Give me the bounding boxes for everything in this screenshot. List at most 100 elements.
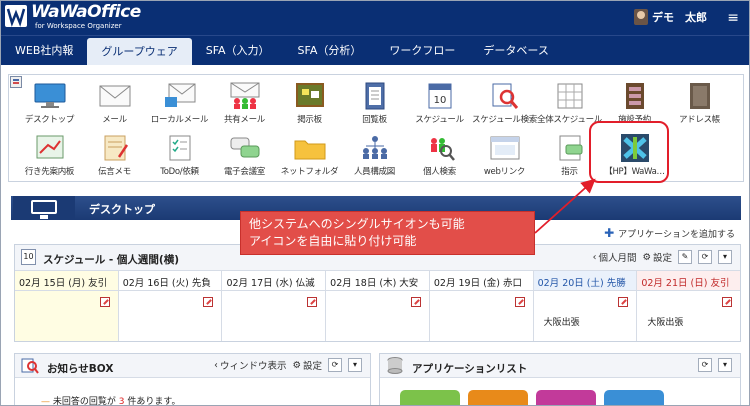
window-view-button[interactable]: ‹ ウィンドウ表示 xyxy=(214,358,286,373)
shared-mail-icon xyxy=(227,81,263,111)
tab-database[interactable]: データベース xyxy=(469,36,562,65)
meeting-icon xyxy=(227,133,263,163)
app-buttons xyxy=(400,390,664,405)
destination-icon xyxy=(32,133,68,163)
app-memo[interactable]: 伝言メモ xyxy=(82,131,147,183)
user-name: デモ 太郎 xyxy=(652,11,707,24)
address-book-icon xyxy=(682,81,718,111)
application-list-panel: アプリケーションリスト ⟳ ▾ xyxy=(379,353,741,405)
app-net-folder[interactable]: ネットフォルダ xyxy=(277,131,342,183)
logo-subtitle: for Workspace Organizer xyxy=(35,22,122,30)
app-mail[interactable]: メール xyxy=(82,79,147,131)
app-tile-blue[interactable] xyxy=(604,390,664,405)
day-column[interactable]: 02月 16日 (火) 先負 xyxy=(118,271,223,341)
notice-message[interactable]: — 未回答の回覧が 3 件あります。 xyxy=(41,394,180,406)
app-person-search[interactable]: 個人検索 xyxy=(407,131,472,183)
personal-month-button[interactable]: ‹ 個人月間 xyxy=(593,250,637,265)
database-icon xyxy=(386,357,404,374)
app-destination[interactable]: 行き先案内板 xyxy=(17,131,82,183)
schedule-event[interactable]: 大阪出張 xyxy=(544,315,580,328)
app-circular-board[interactable]: 回覧板 xyxy=(342,79,407,131)
refresh-icon[interactable]: ⟳ xyxy=(328,358,342,372)
chevron-down-icon[interactable]: ▾ xyxy=(718,358,732,372)
day-column[interactable]: 02月 17日 (水) 仏滅 xyxy=(222,271,327,341)
header-bar: WaWaOffice for Workspace Organizer デモ 太郎… xyxy=(1,1,749,35)
day-column[interactable]: 02月 18日 (木) 大安 xyxy=(326,271,430,341)
app-meeting[interactable]: 電子会議室 xyxy=(212,131,277,183)
highlight-box xyxy=(589,121,669,183)
app-tile-magenta[interactable] xyxy=(536,390,596,405)
tab-web-newsletter[interactable]: WEB社内報 xyxy=(1,36,87,65)
schedule-title: スケジュール - 個人週間(横) xyxy=(43,254,180,266)
chevron-down-icon[interactable]: ▾ xyxy=(718,250,732,264)
gear-icon: ⚙ xyxy=(292,359,301,371)
logo-text: WaWaOffice xyxy=(31,2,141,22)
app-bulletin-board[interactable]: 掲示板 xyxy=(277,79,342,131)
hamburger-menu-icon[interactable]: ≡ xyxy=(727,10,739,26)
person-search-icon xyxy=(422,133,458,163)
memo-icon xyxy=(97,133,133,163)
refresh-icon[interactable]: ⟳ xyxy=(698,250,712,264)
refresh-icon[interactable]: ⟳ xyxy=(698,358,712,372)
org-chart-icon xyxy=(357,133,393,163)
pencil-icon[interactable] xyxy=(514,297,525,307)
tab-sfa-analysis[interactable]: SFA（分析） xyxy=(284,36,376,65)
local-mail-icon xyxy=(162,81,198,111)
desktop-title: デスクトップ xyxy=(89,203,155,216)
folder-icon xyxy=(292,133,328,163)
notice-box-panel: お知らせBOX ‹ ウィンドウ表示 ⚙ 設定 ⟳ ▾ — 未回答の回覧が 3 件あ… xyxy=(14,353,371,406)
app-web-link[interactable]: webリンク xyxy=(472,131,537,183)
tab-groupware[interactable]: グループウェア xyxy=(87,38,192,65)
add-application-link[interactable]: ✚ アプリケーションを追加する xyxy=(604,226,735,240)
app-desktop[interactable]: デスクトップ xyxy=(17,79,82,131)
app-shared-mail[interactable]: 共有メール xyxy=(212,79,277,131)
pencil-icon[interactable] xyxy=(203,297,214,307)
main-nav: WEB社内報 グループウェア SFA（入力） SFA（分析） ワークフロー デー… xyxy=(1,35,749,65)
logo[interactable]: WaWaOffice for Workspace Organizer xyxy=(5,2,157,32)
app-local-mail[interactable]: ローカルメール xyxy=(147,79,212,131)
day-column[interactable]: 02月 19日 (金) 赤口 xyxy=(429,271,534,341)
app-schedule[interactable]: 10 スケジュール xyxy=(407,79,472,131)
schedule-tools: ‹ 個人月間 ⚙ 設定 ✎ ⟳ ▾ xyxy=(593,250,732,264)
app-org-chart[interactable]: 人員構成図 xyxy=(342,131,407,183)
day-column[interactable]: 02月 21日 (日) 友引 大阪出張 xyxy=(637,271,741,341)
tab-sfa-input[interactable]: SFA（入力） xyxy=(192,36,284,65)
settings-button[interactable]: ⚙ 設定 xyxy=(642,250,672,265)
mail-icon xyxy=(97,81,133,111)
pencil-icon[interactable] xyxy=(99,297,110,307)
user-menu[interactable]: デモ 太郎 xyxy=(634,9,707,25)
todo-icon xyxy=(162,133,198,163)
notice-search-icon xyxy=(21,357,39,374)
day-column[interactable]: 02月 20日 (土) 先勝 大阪出張 xyxy=(533,271,638,341)
calendar-icon: 10 xyxy=(422,81,458,111)
schedule-week: 02月 15日 (月) 友引 02月 16日 (火) 先負 02月 17日 (水… xyxy=(15,271,741,341)
edit-icon[interactable]: ✎ xyxy=(678,250,692,264)
app-icon-row-2: 行き先案内板 伝言メモ ToDo/依頼 電子会議室 ネットフォルダ 人員構成図 … xyxy=(17,131,667,183)
pencil-icon[interactable] xyxy=(722,297,733,307)
app-todo[interactable]: ToDo/依頼 xyxy=(147,131,212,183)
desktop-monitor-icon xyxy=(13,196,75,220)
gear-icon: ⚙ xyxy=(642,251,651,263)
notice-settings-button[interactable]: ⚙ 設定 xyxy=(292,358,322,373)
schedule-panel: 10 スケジュール - 個人週間(横) ‹ 個人月間 ⚙ 設定 ✎ ⟳ ▾ 02月… xyxy=(14,244,741,342)
applist-title: アプリケーションリスト xyxy=(412,363,528,375)
app-tile-green[interactable] xyxy=(400,390,460,405)
app-schedule-search[interactable]: スケジュール検索 xyxy=(472,79,537,131)
chevron-down-icon[interactable]: ▾ xyxy=(348,358,362,372)
pencil-icon[interactable] xyxy=(618,297,629,307)
pencil-icon[interactable] xyxy=(307,297,318,307)
app-tile-orange[interactable] xyxy=(468,390,528,405)
callout-annotation: 他システムへのシングルサイオンも可能 アイコンを自由に貼り付け可能 xyxy=(240,211,535,255)
bulletin-board-icon xyxy=(292,81,328,111)
app-address-book[interactable]: アドレス帳 xyxy=(667,79,732,131)
bullet-icon: — xyxy=(41,397,50,406)
svg-text:10: 10 xyxy=(433,95,446,106)
day-column[interactable]: 02月 15日 (月) 友引 xyxy=(15,271,119,341)
logo-mark-icon xyxy=(5,5,27,27)
monitor-icon xyxy=(32,81,68,111)
callout-line-2: アイコンを自由に貼り付け可能 xyxy=(249,234,417,248)
pencil-icon[interactable] xyxy=(410,297,421,307)
schedule-event[interactable]: 大阪出張 xyxy=(647,315,683,328)
tab-workflow[interactable]: ワークフロー xyxy=(375,36,469,65)
web-link-icon xyxy=(487,133,523,163)
